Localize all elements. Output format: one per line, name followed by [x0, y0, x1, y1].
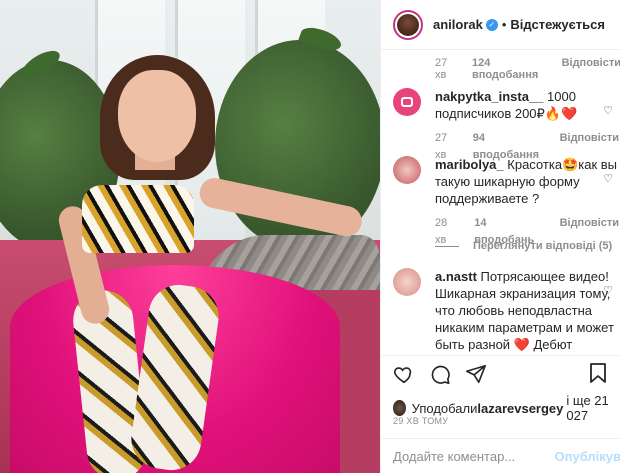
comment-time: 27 хв [435, 57, 448, 81]
post-header: anilorak ✓ • Відстежується [381, 0, 620, 50]
comment-item: nakpytka_insta__ 1000 подписчиков 200₽🔥❤… [393, 88, 619, 164]
reply-button[interactable]: Відповісти [562, 57, 620, 81]
following-button[interactable]: Відстежується [510, 17, 605, 32]
post-photo[interactable] [0, 0, 380, 473]
avatar[interactable] [393, 156, 421, 184]
post-timestamp[interactable]: 29 ХВ ТОМУ [393, 416, 448, 426]
bookmark-icon[interactable] [588, 362, 608, 384]
face [118, 70, 196, 162]
comment-username[interactable]: maribolya_ [435, 157, 504, 172]
liker-username[interactable]: lazarevsergey [477, 401, 563, 416]
small-heart-icon[interactable]: ♡ [603, 172, 613, 185]
avatar[interactable] [393, 88, 421, 116]
avatar[interactable] [393, 9, 423, 40]
liker-avatar [393, 400, 406, 416]
send-icon[interactable] [465, 363, 487, 385]
comment-icon[interactable] [429, 363, 451, 385]
verified-badge-icon: ✓ [485, 18, 498, 31]
avatar[interactable] [393, 268, 421, 296]
comment-likes[interactable]: 124 вподобання [472, 57, 548, 81]
heart-icon[interactable] [393, 363, 415, 385]
small-heart-icon[interactable]: ♡ [603, 104, 613, 117]
comment-username[interactable]: a.nastt [435, 269, 477, 284]
separator: • [501, 17, 507, 32]
view-replies-button[interactable]: Переглянути відповіді (5) [435, 240, 612, 252]
caption-meta: 27 хв 124 вподобання Відповісти [435, 57, 620, 81]
likes-prefix: Уподобали [411, 400, 478, 416]
username[interactable]: anilorak [433, 17, 483, 32]
likes-suffix: і ще 21 027 [566, 393, 609, 423]
comment-item: maribolya_ Красотка🤩как вы такую шикарну… [393, 156, 619, 249]
add-comment-bar: Опублікув [381, 438, 620, 473]
baroque-top [82, 185, 194, 253]
comment-item: a.nastt Потрясающее видео! Шикарная экра… [393, 268, 619, 355]
post-side-panel: anilorak ✓ • Відстежується 27 хв 124 впо… [380, 0, 620, 473]
post-actions [381, 355, 620, 391]
comment-username[interactable]: nakpytka_insta__ [435, 89, 543, 104]
view-replies-label: Переглянути відповіді (5) [473, 240, 613, 252]
replies-line [435, 245, 459, 247]
publish-button[interactable]: Опублікув [555, 449, 620, 464]
comments-list[interactable]: 27 хв 124 вподобання Відповісти nakpytka… [381, 50, 620, 355]
comment-input[interactable] [393, 448, 553, 464]
small-heart-icon[interactable]: ♡ [603, 284, 613, 297]
